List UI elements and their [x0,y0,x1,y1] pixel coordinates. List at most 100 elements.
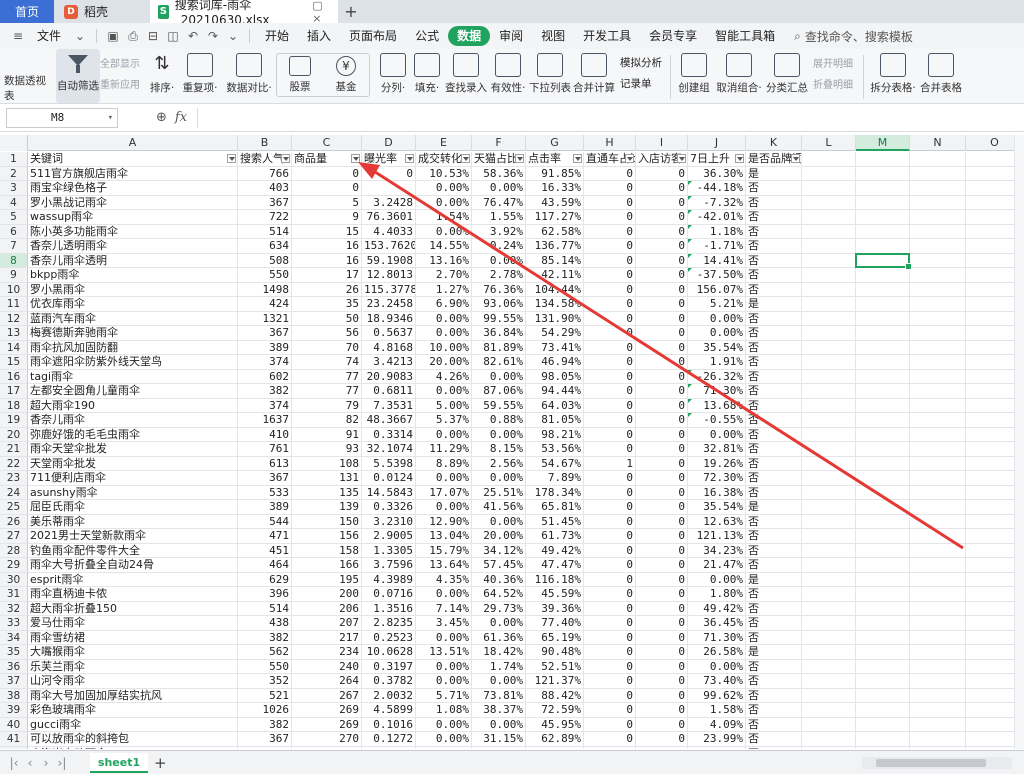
cell[interactable] [910,688,966,703]
cell[interactable]: 屈臣氏雨伞 [28,500,238,515]
cell[interactable]: 58.36% [472,166,526,181]
cell[interactable]: 158 [292,543,362,558]
cell[interactable]: 0 [636,616,688,631]
cell[interactable]: 57.45% [472,558,526,573]
cell[interactable]: 35 [292,297,362,312]
header-cell[interactable]: 商品量 [292,152,362,167]
cell[interactable] [856,587,910,602]
cell[interactable]: 1.27% [416,282,472,297]
fill-button[interactable]: 填充· [410,49,444,103]
cell[interactable]: 61.36% [472,630,526,645]
cell[interactable]: 98.21% [526,427,584,442]
cell[interactable]: 5.21% [688,297,746,312]
cell[interactable]: 2.70% [416,268,472,283]
cell[interactable]: 4.3989 [362,572,416,587]
cell[interactable]: 178.34% [526,485,584,500]
cell[interactable]: 超大雨伞190 [28,398,238,413]
cell[interactable]: 64.03% [526,398,584,413]
cell[interactable] [802,645,856,660]
cell[interactable]: 3.4213 [362,355,416,370]
cell[interactable]: 0 [636,297,688,312]
cell[interactable]: 76.47% [472,195,526,210]
row-header[interactable]: 12 [0,311,28,326]
cell[interactable]: 0 [636,224,688,239]
cell[interactable] [910,210,966,225]
cell[interactable]: 0.3197 [362,659,416,674]
header-cell[interactable]: 入店访客 [636,152,688,167]
cell[interactable]: 0.0716 [362,587,416,602]
cell[interactable] [802,630,856,645]
cell[interactable]: 77.40% [526,616,584,631]
cell[interactable]: 14.41% [688,253,746,268]
cell[interactable]: 3.2310 [362,514,416,529]
cell[interactable]: 否 [746,369,802,384]
cell[interactable]: 0.00% [472,427,526,442]
header-cell[interactable]: 曝光率 [362,152,416,167]
cell[interactable] [802,311,856,326]
cell[interactable]: 72.59% [526,703,584,718]
cell[interactable]: 0 [584,210,636,225]
cell[interactable]: 雨伞雪纺裙 [28,630,238,645]
cell[interactable] [856,282,910,297]
cell[interactable]: 0.2523 [362,630,416,645]
cell[interactable]: -7.32% [688,195,746,210]
cell[interactable] [856,485,910,500]
cell[interactable]: 544 [238,514,292,529]
cell[interactable]: 0 [636,717,688,732]
cell[interactable]: 否 [746,529,802,544]
cell[interactable]: 1.74% [472,659,526,674]
row-header[interactable]: 21 [0,442,28,457]
cell[interactable]: 0 [584,442,636,457]
cell[interactable]: 367 [238,326,292,341]
cell[interactable]: 0.00% [416,384,472,399]
cell[interactable]: 521 [238,688,292,703]
cell[interactable]: 0.00% [472,717,526,732]
cell[interactable]: 0 [636,746,688,749]
cell[interactable] [910,630,966,645]
cell[interactable]: 7.89% [526,471,584,486]
cell[interactable]: 0 [584,239,636,254]
cell[interactable]: 0 [636,688,688,703]
cell[interactable]: 629 [238,572,292,587]
cell[interactable]: 否 [746,282,802,297]
cell[interactable] [802,674,856,689]
cell[interactable]: 65.19% [526,630,584,645]
cell[interactable]: 14.5843 [362,485,416,500]
menu-tab-6[interactable]: 视图 [532,26,574,46]
sort-button[interactable]: ⇅ 排序· [146,49,178,103]
cell[interactable]: 19.26% [688,456,746,471]
cell[interactable]: 81.05% [526,413,584,428]
cell[interactable] [856,166,910,181]
subtotal-button[interactable]: 分类汇总 [765,49,809,103]
cell[interactable] [856,384,910,399]
cell[interactable]: 7.14% [416,601,472,616]
cell[interactable]: 2.56% [472,456,526,471]
cell[interactable] [856,674,910,689]
cell[interactable] [802,369,856,384]
cell[interactable]: 2.8235 [362,616,416,631]
cell[interactable]: 0.1016 [362,717,416,732]
cell[interactable]: 0 [636,732,688,747]
cell[interactable]: 否 [746,616,802,631]
pivot-table-button[interactable]: 数据透视表 [4,49,56,205]
cell[interactable]: 雨伞大号折叠全自动24骨 [28,558,238,573]
cell[interactable]: 45.59% [526,587,584,602]
cell[interactable]: 否 [746,674,802,689]
cell[interactable]: 0.00% [416,471,472,486]
cell[interactable]: 否 [746,514,802,529]
cell[interactable] [802,282,856,297]
cell[interactable] [910,311,966,326]
cell[interactable]: 61.73% [526,529,584,544]
header-cell[interactable] [802,152,856,167]
cell[interactable]: 0 [636,268,688,283]
cell[interactable]: 1026 [238,703,292,718]
cell[interactable]: 32.81% [688,442,746,457]
cell[interactable]: 0 [636,630,688,645]
cell[interactable]: 0.00% [416,500,472,515]
first-sheet-icon[interactable]: |‹ [6,756,22,770]
cell[interactable] [802,442,856,457]
cell[interactable] [856,442,910,457]
cell[interactable]: 4.8168 [362,340,416,355]
cell[interactable]: 79 [292,398,362,413]
cell[interactable]: 72.30% [688,471,746,486]
